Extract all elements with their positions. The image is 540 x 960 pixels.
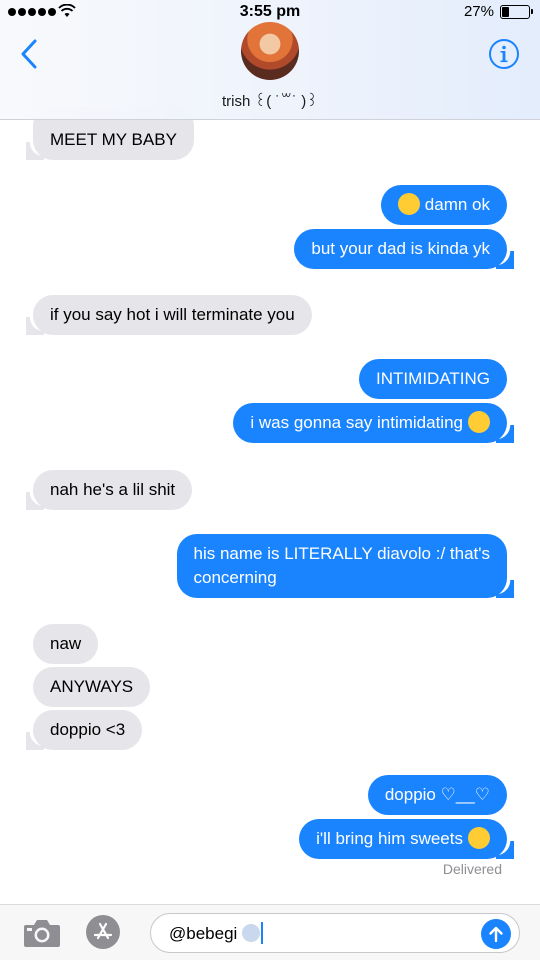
dash-symbol-emoji-icon (242, 924, 261, 942)
app-store-button[interactable] (86, 915, 120, 949)
battery-icon (500, 5, 533, 19)
message-input-value: @bebegi (169, 924, 238, 943)
message-text: doppio ♡__♡ (384, 785, 490, 804)
flushed-face-emoji-icon (397, 193, 420, 215)
camera-icon[interactable] (22, 917, 62, 949)
composer-bar: @bebegi (0, 904, 540, 960)
back-button[interactable] (14, 36, 44, 72)
app-store-icon (93, 922, 113, 940)
message-bubble-outgoing[interactable]: doppio ♡__♡ (367, 775, 507, 815)
message-text: i was gonna say intimidating (250, 413, 463, 432)
pleading-face-emoji-icon (468, 827, 490, 849)
message-text: doppio <3 (50, 720, 126, 739)
message-text: nah he's a lil shit (50, 480, 176, 499)
status-time: 3:55 pm (239, 3, 301, 20)
contact-name[interactable]: trish ꒰( ˙꒳˙ )꒱ (0, 90, 540, 110)
message-text: if you say hot i will terminate you (50, 305, 295, 324)
message-bubble-outgoing[interactable]: INTIMIDATING (359, 359, 507, 399)
message-bubble-incoming[interactable]: doppio <3 (25, 710, 143, 750)
text-cursor (261, 922, 264, 944)
message-bubble-incoming[interactable]: nah he's a lil shit (25, 470, 193, 510)
message-bubble-incoming[interactable]: ANYWAYS (33, 667, 151, 707)
message-bubble-outgoing[interactable]: but your dad is kinda yk (294, 229, 514, 269)
message-text: but your dad is kinda yk (311, 239, 490, 258)
message-text-line: his name is LITERALLY diavolo :/ that's (193, 544, 491, 563)
message-text-line: concerning (193, 568, 277, 587)
chevron-left-icon (21, 39, 37, 69)
message-text: MEET MY BABY (50, 130, 177, 149)
message-text: damn ok (424, 195, 490, 214)
message-bubble-incoming[interactable]: naw (33, 624, 99, 664)
contact-avatar[interactable] (241, 22, 299, 80)
battery-percentage: 27% (463, 3, 494, 20)
message-text: naw (50, 634, 82, 653)
send-arrow-icon (489, 926, 503, 943)
message-bubble-outgoing[interactable]: i was gonna say intimidating (233, 403, 514, 443)
status-bar: 3:55 pm 27% (0, 0, 540, 24)
message-bubble-outgoing[interactable]: i'll bring him sweets (299, 819, 514, 859)
loudly-crying-face-emoji-icon (468, 411, 490, 433)
message-bubble-outgoing[interactable]: damn ok (380, 185, 507, 225)
message-text: ANYWAYS (50, 677, 134, 696)
message-text: i'll bring him sweets (316, 829, 463, 848)
message-input[interactable]: @bebegi (150, 913, 520, 953)
message-bubble-outgoing[interactable]: his name is LITERALLY diavolo :/ that's … (176, 534, 514, 598)
delivered-status: Delivered (442, 861, 502, 877)
message-bubble-incoming[interactable]: if you say hot i will terminate you (26, 295, 312, 335)
info-icon[interactable] (488, 38, 520, 70)
message-text: INTIMIDATING (376, 369, 490, 388)
send-button[interactable] (481, 919, 511, 949)
